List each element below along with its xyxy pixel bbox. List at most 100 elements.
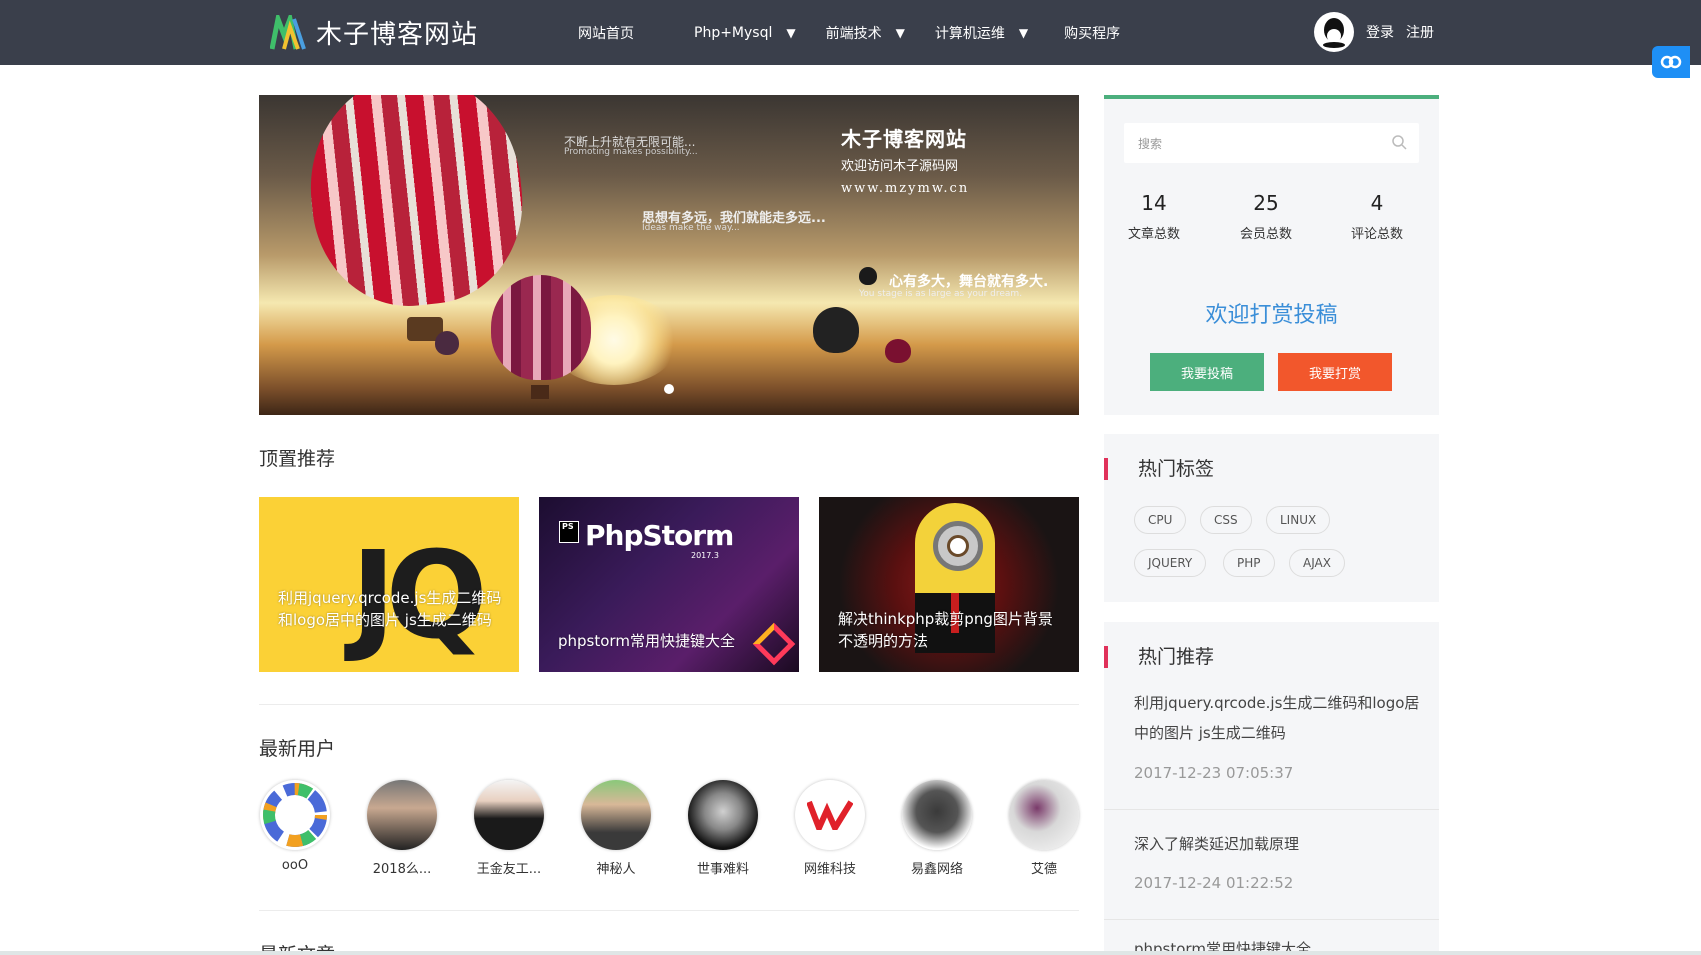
user-name: 网维科技 (803, 862, 856, 877)
balloon-basket (531, 385, 549, 399)
card-caption: 解决thinkphp裁剪png图片背景不透明的方法 (838, 610, 1053, 650)
stat-label: 会员总数 (1239, 227, 1292, 242)
user-item[interactable]: 世事难料 (687, 780, 759, 877)
main-nav: 网站首页 Php+Mysql ▼ 前端技术 ▼ 计算机运维 ▼ 购买程序 (578, 0, 1120, 65)
card-caption: 利用jquery.qrcode.js生成二维码和logo居中的图片 js生成二维… (278, 589, 502, 629)
qq-login-icon[interactable] (1314, 12, 1354, 52)
user-area: 登录 注册 (1314, 12, 1434, 52)
logo-text: 木子博客网站 (316, 20, 479, 50)
stat-members: 25 会员总数 (1216, 191, 1316, 242)
latest-users-title: 最新用户 (259, 738, 336, 760)
stat-value: 25 (1253, 191, 1279, 215)
hot-tags-box: 热门标签 CPU CSS LINUX JQUERY PHP AJAX (1104, 434, 1439, 602)
nav-home[interactable]: 网站首页 (578, 23, 634, 43)
user-name: ooO (281, 858, 309, 873)
banner-text-3-en: You stage is as large as your dream. (859, 289, 1023, 299)
banner-text-1-en: Promoting makes possibility... (564, 147, 698, 157)
chevron-down-icon: ▼ (895, 25, 905, 40)
submit-article-button[interactable]: 我要投稿 (1150, 353, 1264, 391)
recommend-link[interactable]: 利用jquery.qrcode.js生成二维码和logo居中的图片 js生成二维… (1134, 688, 1424, 748)
stat-comments: 4 评论总数 (1327, 191, 1427, 242)
register-link[interactable]: 注册 (1406, 22, 1434, 42)
divider (259, 704, 1079, 705)
nav-php-mysql-label: Php+Mysql (694, 24, 773, 41)
divider (259, 910, 1079, 911)
bottom-strip (0, 951, 1701, 955)
donate-button[interactable]: 我要打赏 (1278, 353, 1392, 391)
stat-label: 评论总数 (1350, 227, 1403, 242)
recommend-card[interactable]: 解决thinkphp裁剪png图片背景不透明的方法 (819, 497, 1079, 672)
user-name: 世事难料 (696, 862, 749, 877)
banner-text-2-en: Ideas make the way... (642, 223, 740, 233)
avatar (474, 780, 544, 850)
user-name: 神秘人 (596, 862, 636, 877)
nav-php-mysql[interactable]: Php+Mysql ▼ (694, 25, 796, 41)
tag-item[interactable]: PHP (1223, 549, 1275, 577)
phpstorm-version: 2017.3 (691, 551, 719, 560)
site-logo[interactable]: 木子博客网站 (270, 14, 478, 51)
recommend-card[interactable]: JQ 利用jquery.qrcode.js生成二维码和logo居中的图片 js生… (259, 497, 519, 672)
banner-text-3: 心有多大，舞台就有多大. (889, 274, 1049, 290)
avatar (367, 780, 437, 850)
balloon-image (435, 331, 459, 355)
user-item[interactable]: 王金友工... (473, 780, 545, 877)
tag-item[interactable]: CSS (1200, 506, 1252, 534)
stat-articles: 14 文章总数 (1104, 191, 1204, 242)
balloon-image (491, 275, 591, 380)
recommend-date: 2017-12-23 07:05:37 (1134, 764, 1294, 782)
user-item[interactable]: 2018么... (366, 780, 438, 877)
banner-title: 木子博客网站 (841, 127, 967, 151)
balloon-image (859, 267, 877, 285)
carousel-dot[interactable] (664, 384, 674, 394)
recommend-link[interactable]: 深入了解类延迟加载原理 (1134, 829, 1424, 859)
login-link[interactable]: 登录 (1366, 22, 1394, 42)
balloon-image (813, 307, 859, 353)
recommend-date: 2017-12-24 01:22:52 (1134, 874, 1294, 892)
user-item[interactable]: 神秘人 (580, 780, 652, 877)
avatar (795, 780, 865, 850)
user-name: 易鑫网络 (910, 862, 963, 877)
divider (1104, 919, 1439, 920)
chevron-down-icon: ▼ (1018, 25, 1029, 40)
cloud-share-icon[interactable] (1652, 46, 1690, 78)
user-name: 王金友工... (476, 862, 542, 877)
avatar (688, 780, 758, 850)
logo-icon (270, 14, 306, 50)
user-item[interactable]: 艾德 (1008, 780, 1080, 877)
hot-tags-title: 热门标签 (1104, 458, 1214, 480)
card-caption: phpstorm常用快捷键大全 (558, 632, 735, 650)
tag-item[interactable]: JQUERY (1134, 549, 1207, 577)
nav-home-label: 网站首页 (578, 25, 634, 42)
user-item[interactable]: 易鑫网络 (901, 780, 973, 877)
search-input[interactable]: 搜索 (1124, 123, 1419, 163)
tag-item[interactable]: CPU (1134, 506, 1187, 534)
phpstorm-badge: PS (562, 522, 574, 531)
chevron-down-icon: ▼ (786, 25, 796, 40)
user-name: 2018么... (372, 862, 432, 877)
hot-recommend-title: 热门推荐 (1104, 646, 1214, 668)
tag-item[interactable]: LINUX (1266, 506, 1331, 534)
stat-label: 文章总数 (1127, 227, 1180, 242)
stat-value: 14 (1141, 191, 1167, 215)
divider (1104, 809, 1439, 810)
user-item[interactable]: 网维科技 (794, 780, 866, 877)
sidebar-stats-box: 搜索 14 文章总数 25 会员总数 4 评论总数 欢迎打赏投稿 我要投稿 我要… (1104, 95, 1439, 415)
search-icon[interactable] (1391, 134, 1407, 150)
hero-banner[interactable]: 不断上升就有无限可能... Promoting makes possibilit… (259, 95, 1079, 415)
banner-url: www.mzymw.cn (841, 181, 970, 196)
nav-frontend[interactable]: 前端技术 ▼ (826, 23, 905, 43)
nav-buy-label: 购买程序 (1064, 25, 1121, 42)
nav-ops[interactable]: 计算机运维 ▼ (935, 23, 1028, 43)
balloon-image (885, 339, 911, 363)
recommend-card[interactable]: PS PhpStorm 2017.3 phpstorm常用快捷键大全 (539, 497, 799, 672)
top-recommend-title: 顶置推荐 (259, 448, 336, 470)
nav-frontend-label: 前端技术 (825, 25, 882, 42)
tag-item[interactable]: AJAX (1289, 549, 1345, 577)
nav-buy[interactable]: 购买程序 (1064, 23, 1120, 43)
phpstorm-art: PhpStorm (585, 519, 734, 552)
search-placeholder: 搜索 (1138, 137, 1163, 151)
avatar (902, 780, 972, 850)
stat-value: 4 (1370, 191, 1384, 215)
avatar (260, 780, 330, 850)
user-item[interactable]: ooO (259, 780, 331, 873)
